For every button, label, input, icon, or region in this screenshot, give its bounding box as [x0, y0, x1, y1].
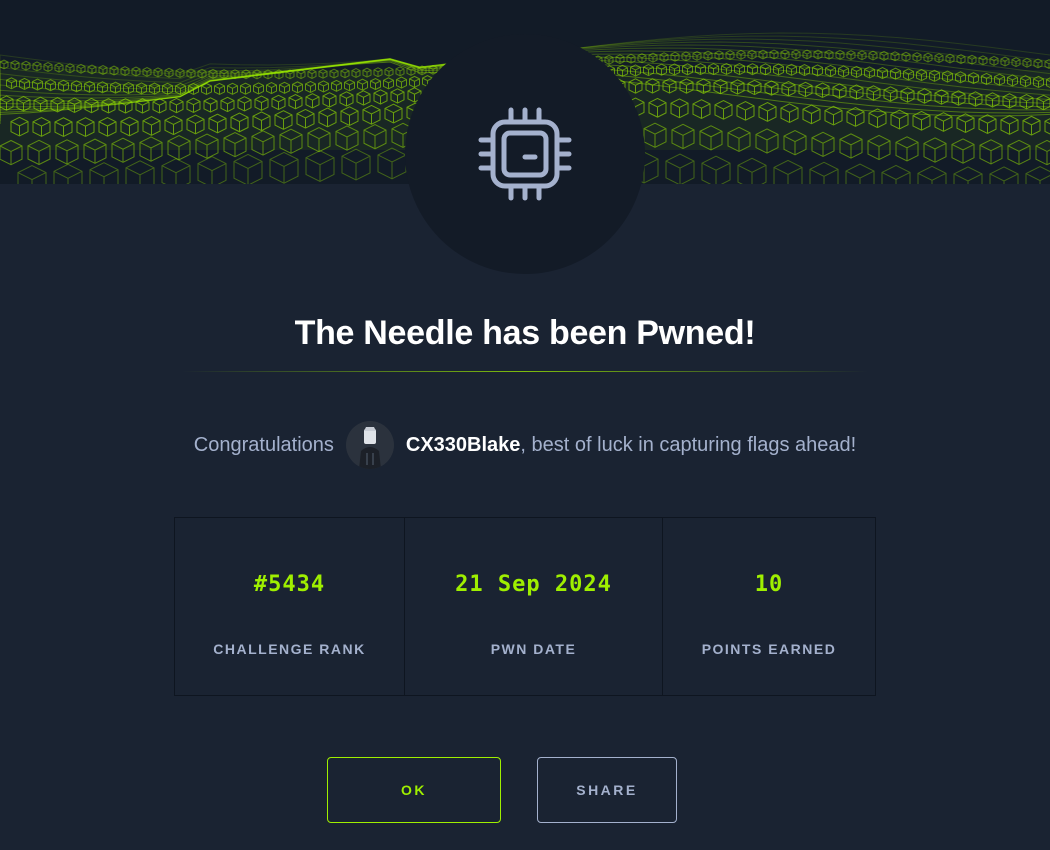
- congrats-prefix: Congratulations: [193, 433, 334, 456]
- avatar-image: [345, 421, 394, 469]
- stat-value: 10: [754, 572, 784, 597]
- title-divider: [182, 371, 868, 372]
- share-button[interactable]: SHARE: [537, 757, 677, 823]
- stat-value: 21 Sep 2024: [455, 572, 612, 597]
- challenge-emblem: [405, 34, 645, 274]
- ok-button[interactable]: OK: [327, 757, 501, 823]
- stat-label: POINTS EARNED: [701, 641, 837, 657]
- congrats-suffix: , best of luck in capturing flags ahead!: [520, 433, 857, 456]
- congrats-message: Congratulations CX330Blake , best of luc…: [0, 420, 1050, 470]
- stat-points-earned: 10 POINTS EARNED: [663, 518, 875, 695]
- stat-pwn-date: 21 Sep 2024 PWN DATE: [405, 518, 663, 695]
- stat-challenge-rank: #5434 CHALLENGE RANK: [175, 518, 405, 695]
- stat-value: #5434: [253, 572, 326, 597]
- stat-label: PWN DATE: [490, 641, 577, 657]
- username[interactable]: CX330Blake: [406, 434, 521, 457]
- stats-grid: #5434 CHALLENGE RANK 21 Sep 2024 PWN DAT…: [174, 517, 876, 696]
- modal-title: The Needle has been Pwned!: [294, 314, 756, 352]
- avatar[interactable]: [345, 421, 394, 469]
- pwned-modal: The Needle has been Pwned! Congratulatio…: [0, 0, 1050, 850]
- cpu-chip-icon: [478, 107, 572, 201]
- stat-label: CHALLENGE RANK: [213, 641, 366, 657]
